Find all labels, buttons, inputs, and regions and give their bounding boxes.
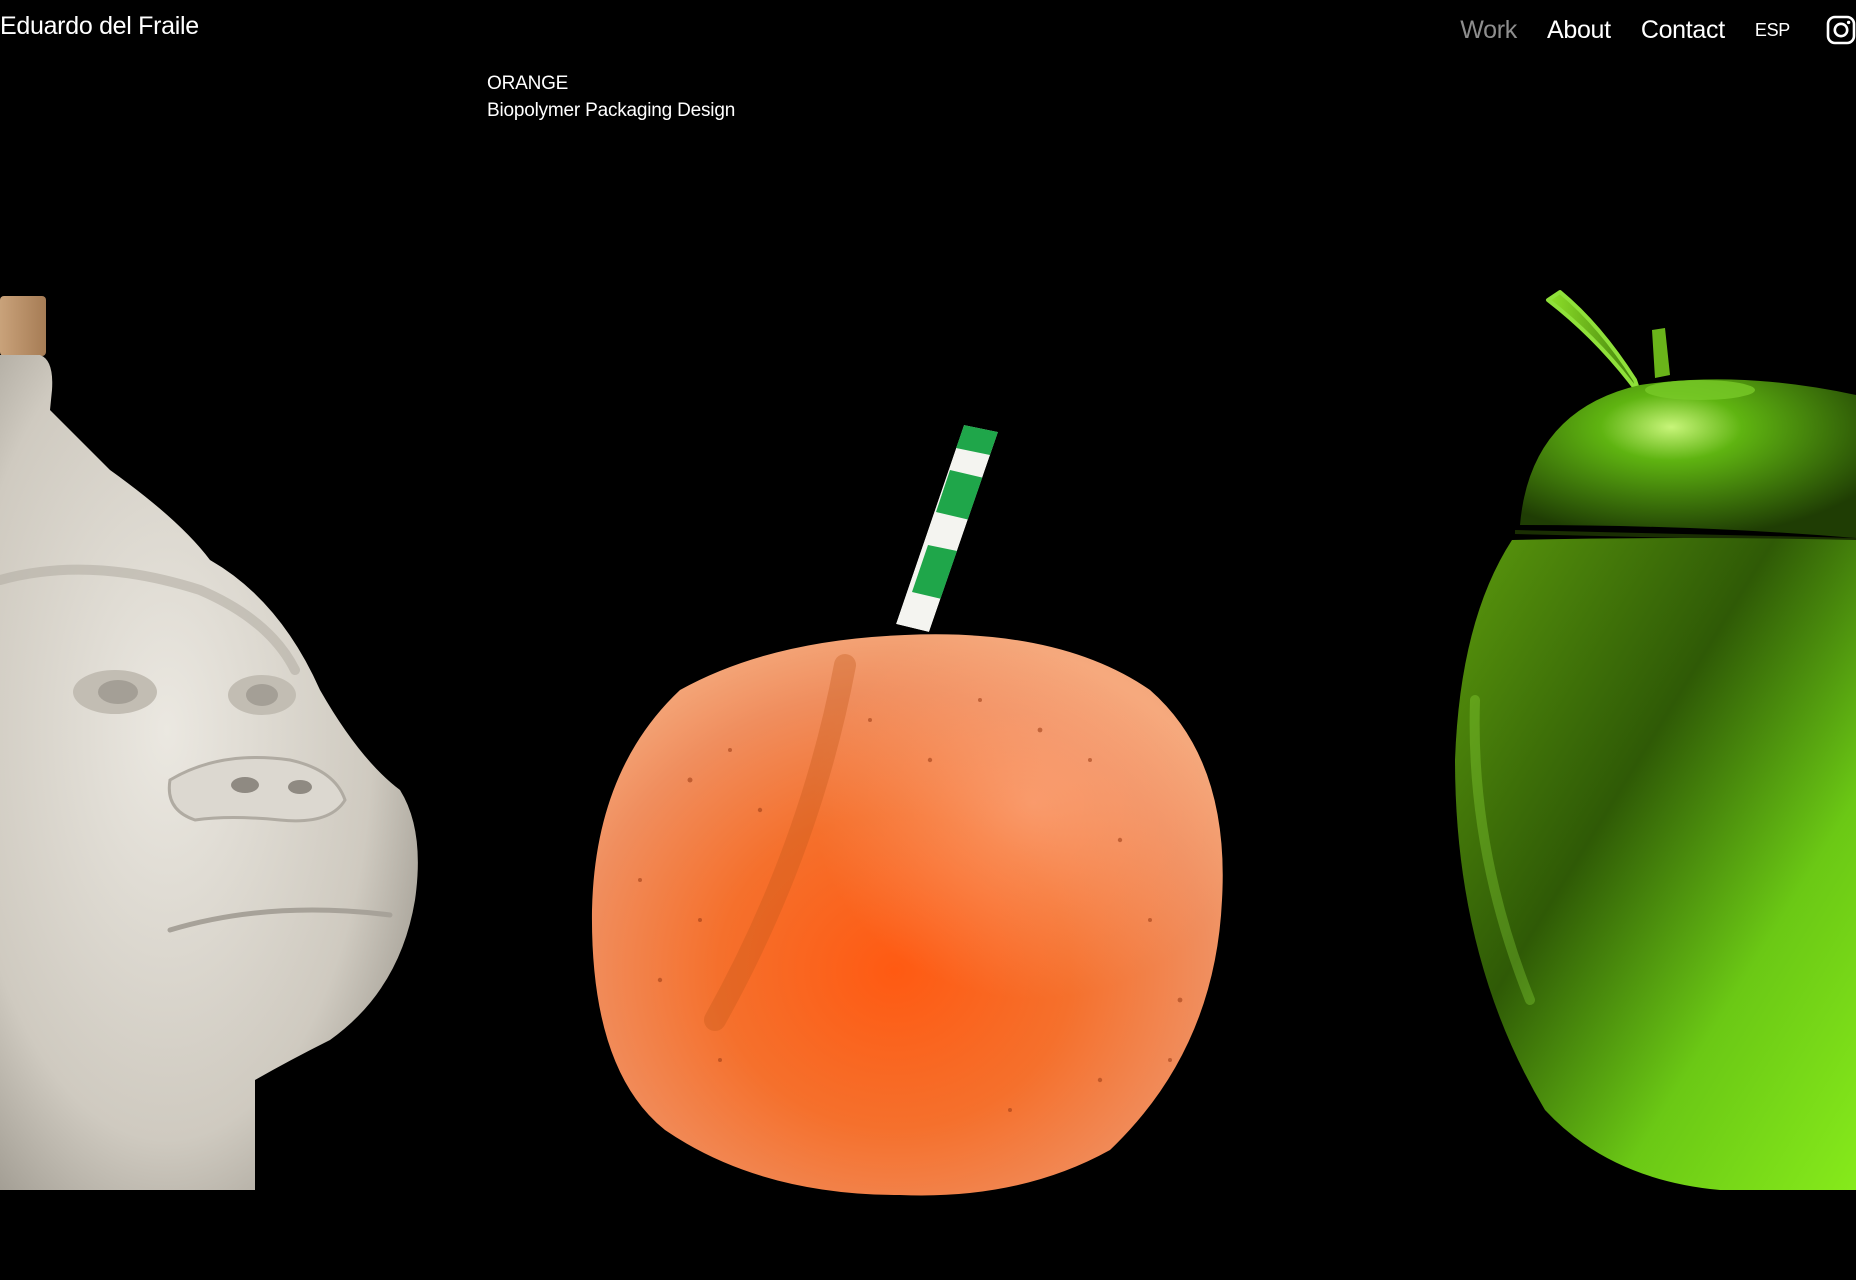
orange-packaging-product[interactable] (591, 425, 1223, 1196)
gorilla-bottle-product[interactable] (0, 296, 418, 1190)
straw-icon (896, 425, 998, 632)
product-carousel (0, 290, 1856, 1196)
green-apple-packaging-product[interactable] (1455, 290, 1856, 1190)
page: Eduardo del Fraile Work About Contact ES… (0, 0, 1856, 1280)
